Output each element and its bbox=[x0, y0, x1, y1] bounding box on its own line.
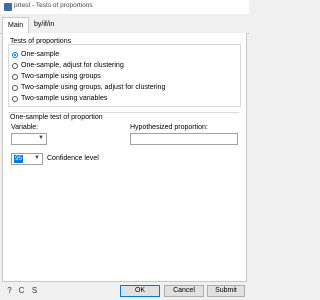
radio-selected-icon[interactable] bbox=[12, 51, 18, 58]
radio-one-sample[interactable]: One-sample bbox=[12, 50, 59, 59]
radio-two-sample-groups[interactable]: Two-sample using groups bbox=[12, 72, 101, 81]
one-sample-section-label: One-sample test of proportion bbox=[10, 114, 103, 121]
window-title: prtest - Tests of proportions bbox=[14, 2, 93, 9]
radio-two-sample-groups-cluster[interactable]: Two-sample using groups, adjust for clus… bbox=[12, 83, 165, 92]
confidence-level-label: Confidence level bbox=[47, 155, 99, 162]
submit-icon[interactable]: S bbox=[30, 286, 39, 295]
section-divider bbox=[8, 112, 239, 113]
confidence-level-spinner[interactable]: 95 ▼ bbox=[11, 153, 43, 165]
help-icon[interactable]: ? bbox=[5, 286, 14, 295]
radio-one-sample-cluster[interactable]: One-sample, adjust for clustering bbox=[12, 61, 124, 70]
radio-icon[interactable] bbox=[12, 62, 18, 69]
confidence-value: 95 bbox=[14, 155, 24, 163]
app-icon bbox=[4, 3, 12, 11]
chevron-down-icon[interactable]: ▼ bbox=[34, 155, 40, 161]
radio-icon[interactable] bbox=[12, 84, 18, 91]
ok-button[interactable]: OK bbox=[120, 285, 160, 297]
radio-label: Two-sample using groups bbox=[21, 73, 101, 80]
variable-dropdown[interactable]: ▼ bbox=[11, 133, 47, 145]
radio-label: One-sample bbox=[21, 51, 60, 58]
variable-label: Variable: bbox=[11, 124, 39, 131]
hypothesized-input[interactable] bbox=[130, 133, 238, 145]
radio-icon[interactable] bbox=[12, 73, 18, 80]
cancel-button[interactable]: Cancel bbox=[164, 285, 204, 297]
radio-label: One-sample, adjust for clustering bbox=[21, 62, 124, 69]
radio-label: Two-sample using groups, adjust for clus… bbox=[21, 84, 166, 91]
hypothesized-label: Hypothesized proportion: bbox=[130, 124, 208, 131]
chevron-down-icon[interactable]: ▼ bbox=[38, 135, 44, 141]
submit-button[interactable]: Submit bbox=[207, 285, 245, 297]
copy-icon[interactable]: C bbox=[17, 286, 26, 295]
radio-icon[interactable] bbox=[12, 95, 18, 102]
tab-by-if-in[interactable]: by/if/in bbox=[29, 17, 59, 32]
radio-label: Two-sample using variables bbox=[21, 95, 108, 102]
tab-main[interactable]: Main bbox=[2, 17, 30, 34]
radio-two-sample-variables[interactable]: Two-sample using variables bbox=[12, 94, 107, 103]
